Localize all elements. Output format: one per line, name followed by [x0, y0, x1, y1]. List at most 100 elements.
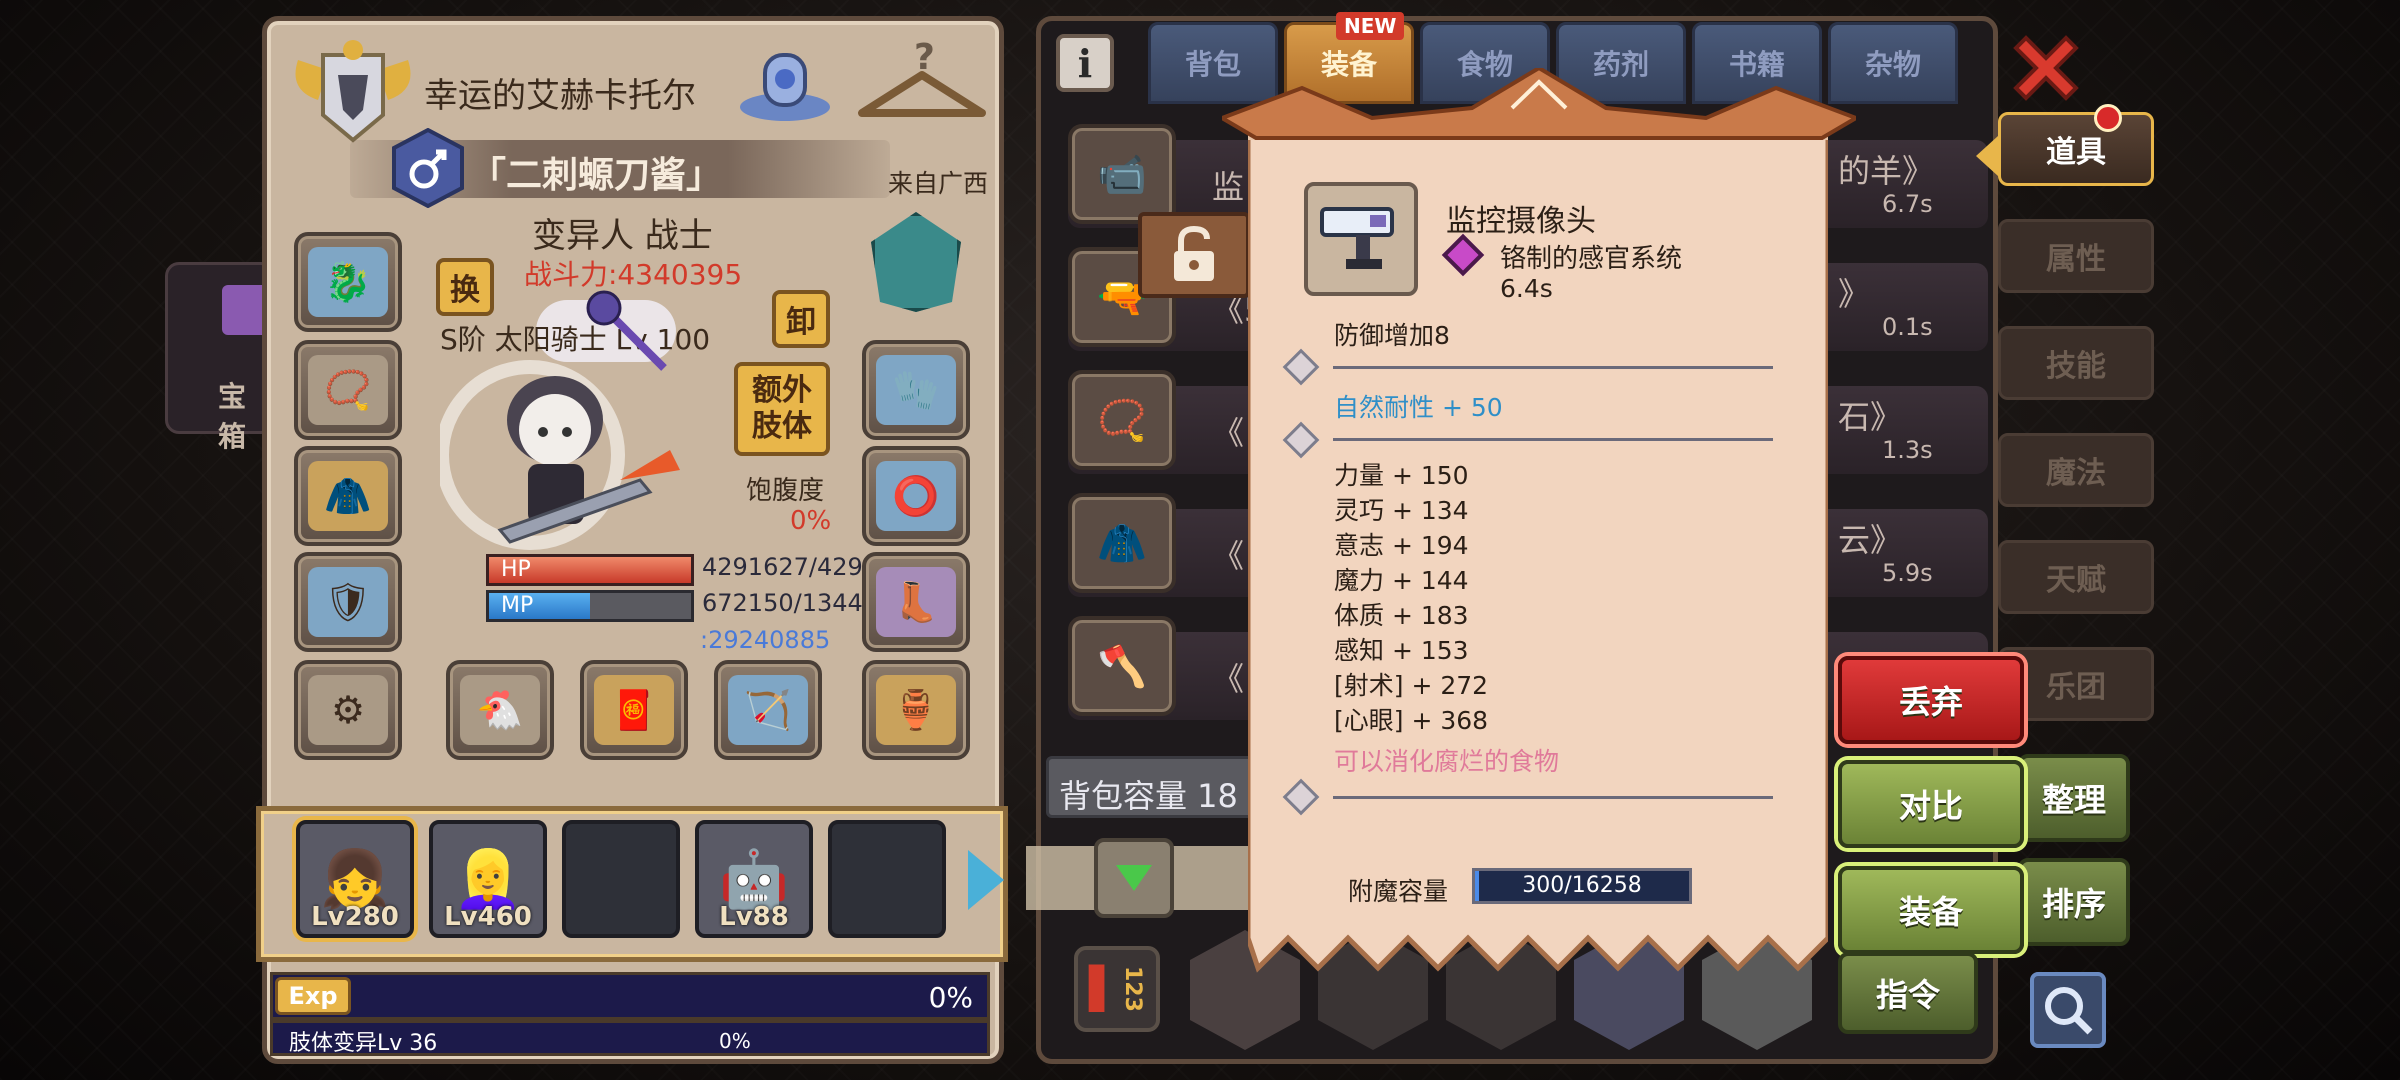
- search-icon: [2045, 987, 2093, 1035]
- inventory-row-name-tail: 》: [1838, 275, 1871, 313]
- popup-ornament: [1217, 65, 1861, 148]
- bag-capacity-label: 背包容量 18: [1059, 777, 1238, 815]
- party-member-slot[interactable]: [562, 820, 680, 938]
- popup-stat-line: [射术] + 272: [1334, 671, 1489, 700]
- divider-3: [1333, 796, 1773, 799]
- party-member-slot[interactable]: 👱‍♀️ Lv460: [429, 820, 547, 938]
- equip-slot-trinket[interactable]: 🏺: [862, 660, 970, 760]
- amulet-icon[interactable]: 📿: [1068, 370, 1176, 470]
- command-button[interactable]: 指令: [1838, 952, 1978, 1034]
- fortune-charm-icon: 🧧: [594, 675, 674, 745]
- divider-1: [1333, 366, 1773, 369]
- side-tab-label: 属性: [2046, 242, 2106, 277]
- download-button[interactable]: [1094, 838, 1174, 918]
- bow-icon: 🏹: [728, 675, 808, 745]
- portal-icon[interactable]: [735, 35, 835, 125]
- discard-button[interactable]: 丢弃: [1838, 656, 2024, 744]
- close-button[interactable]: [2006, 28, 2086, 108]
- side-tab-notification-dot: [2094, 104, 2122, 132]
- limb-mutation-percent: 0%: [719, 1029, 751, 1053]
- sort-button[interactable]: 排序: [2018, 858, 2130, 946]
- close-icon: [2013, 35, 2079, 101]
- equip-slot-pet[interactable]: 🐔: [446, 660, 554, 760]
- equip-button[interactable]: 装备: [1838, 866, 2024, 954]
- extra-limb-label: 额外 肢体: [752, 373, 812, 444]
- left-overflow-panel[interactable]: 宝箱: [165, 262, 275, 453]
- side-tab-4[interactable]: 天赋: [1998, 540, 2154, 614]
- gender-male-icon: [392, 127, 464, 209]
- search-button[interactable]: [2030, 972, 2106, 1048]
- device-icon: ⚙: [308, 675, 388, 745]
- equip-slot-ring[interactable]: ⭕: [862, 446, 970, 546]
- organize-button[interactable]: 整理: [2018, 754, 2130, 842]
- exp-percent: 0%: [928, 981, 973, 1014]
- mp-label: MP: [501, 593, 534, 618]
- exp-label: Exp: [288, 982, 338, 1010]
- info-icon: i: [1077, 40, 1093, 86]
- inventory-row-name-tail: 的羊》: [1838, 152, 1935, 190]
- equip-slot-belt[interactable]: ⚙: [294, 660, 402, 760]
- mp-bar: MP: [486, 590, 694, 622]
- side-tab-1[interactable]: 属性: [1998, 219, 2154, 293]
- boots-icon: 👢: [876, 567, 956, 637]
- download-arrow-icon: [1116, 865, 1152, 891]
- party-member-slot[interactable]: [828, 820, 946, 938]
- equip-slot-helmet[interactable]: 🐉: [294, 232, 402, 332]
- popup-stat-line: [心眼] + 368: [1334, 706, 1489, 735]
- combat-power: 战斗力:4340395: [524, 258, 743, 291]
- limb-mutation-label: 肢体变异Lv 36: [289, 1031, 438, 1056]
- equip-slot-shield[interactable]: [862, 212, 970, 312]
- party-next-arrow-icon[interactable]: [968, 850, 1004, 910]
- page-number-button[interactable]: ▌ 123: [1074, 946, 1160, 1032]
- inventory-row-name-tail: 石》: [1838, 398, 1903, 436]
- equip-slot-gloves[interactable]: 🧤: [862, 340, 970, 440]
- security-camera-icon: [1320, 207, 1394, 269]
- inventory-row-time: 0.1s: [1882, 313, 1933, 341]
- cloak-icon[interactable]: 🧥: [1068, 493, 1176, 593]
- compare-button[interactable]: 对比: [1838, 760, 2024, 848]
- page-number-icon-digits: 123: [1119, 966, 1145, 1012]
- gloves-icon: 🧤: [876, 355, 956, 425]
- swap-button[interactable]: 换: [436, 258, 494, 316]
- side-tab-2[interactable]: 技能: [1998, 326, 2154, 400]
- command-label: 指令: [1875, 976, 1940, 1014]
- popup-defense: 防御增加8: [1334, 321, 1450, 350]
- equip-slot-necklace[interactable]: 📿: [294, 340, 402, 440]
- equip-slot-boots[interactable]: 👢: [862, 552, 970, 652]
- tab-label: 杂物: [1864, 48, 1921, 81]
- popup-enchant-label: 附魔容量: [1348, 877, 1449, 906]
- info-button[interactable]: i: [1056, 34, 1114, 92]
- equip-slot-charm[interactable]: 🧧: [580, 660, 688, 760]
- axe-icon[interactable]: 🪓: [1068, 616, 1176, 716]
- satiety-label: 饱腹度: [746, 476, 825, 506]
- side-tab-3[interactable]: 魔法: [1998, 433, 2154, 507]
- equip-slot-armor[interactable]: 🛡: [294, 552, 402, 652]
- sort-label: 排序: [2041, 885, 2106, 923]
- swap-label: 换: [450, 273, 480, 308]
- tab-new-badge: NEW: [1336, 12, 1405, 40]
- party-member-level: Lv280: [311, 902, 399, 932]
- popup-stat-line: 力量 + 150: [1334, 461, 1469, 490]
- equip-slot-cloak[interactable]: 🧥: [294, 446, 402, 546]
- equip-slot-bow[interactable]: 🏹: [714, 660, 822, 760]
- party-member-slot[interactable]: 🤖 Lv88: [695, 820, 813, 938]
- inventory-row-time: 1.3s: [1882, 436, 1933, 464]
- camera-icon[interactable]: 📹: [1068, 124, 1176, 224]
- inventory-row-name-tail: 云》: [1838, 521, 1903, 559]
- chicken-icon: 🐔: [460, 675, 540, 745]
- hp-value: 4291627/429: [702, 553, 863, 581]
- popup-set-name: 铬制的感官系统: [1500, 244, 1683, 274]
- lock-button[interactable]: [1138, 212, 1250, 298]
- character-title: 「二刺螈刀酱」: [470, 155, 723, 196]
- unequip-button[interactable]: 卸: [772, 290, 830, 348]
- hp-bar: HP: [486, 554, 694, 586]
- party-member-slot[interactable]: 👧 Lv280: [296, 820, 414, 938]
- side-tab-0[interactable]: 道具: [1998, 112, 2154, 186]
- extra-stat-value: :29240885: [700, 626, 831, 654]
- hanger-icon[interactable]: ?: [852, 35, 992, 130]
- origin-label: 来自广西: [888, 169, 989, 198]
- satiety-value: 0%: [790, 506, 832, 536]
- popup-stat-line: 意志 + 194: [1334, 531, 1469, 560]
- extra-limb-button[interactable]: 额外 肢体: [734, 362, 830, 456]
- character-sprite: [435, 360, 700, 570]
